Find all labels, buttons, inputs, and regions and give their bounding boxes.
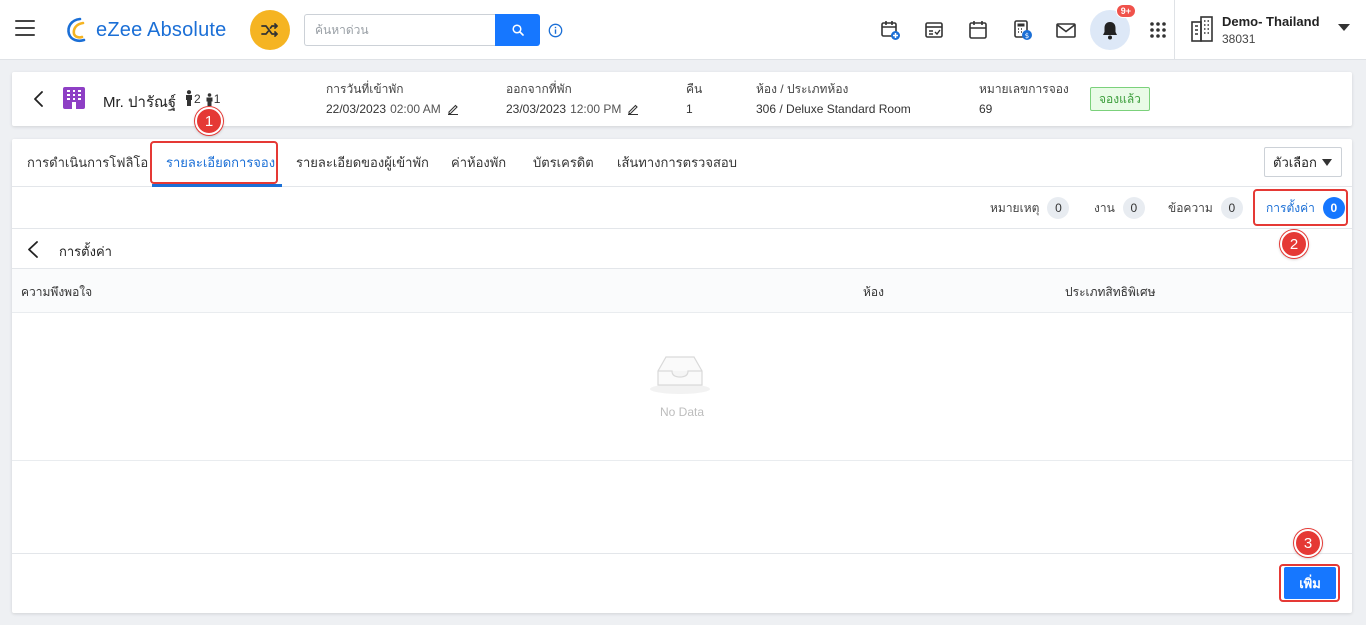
children-count: 1 <box>213 92 221 106</box>
subtab-label: งาน <box>1094 200 1115 215</box>
pax-count: 2 1 <box>184 90 224 106</box>
tab-audit-trail[interactable]: เส้นทางการตรวจสอบ <box>617 139 737 187</box>
footer-divider <box>12 553 1352 554</box>
search-button[interactable] <box>495 14 540 46</box>
add-button[interactable]: เพิ่ม <box>1284 567 1336 599</box>
search-icon <box>511 24 524 36</box>
menu-icon[interactable] <box>15 20 35 36</box>
shuffle-button[interactable] <box>250 10 290 50</box>
adult-icon <box>186 90 192 106</box>
cashier-button[interactable]: $ <box>1000 10 1044 50</box>
notification-badge: 9+ <box>1115 4 1136 18</box>
building-icon <box>1191 16 1213 42</box>
mail-icon <box>1056 23 1076 38</box>
departure-time: 12:00 PM <box>570 102 622 116</box>
info-icon[interactable] <box>548 23 563 38</box>
logo-swirl-icon <box>67 17 86 43</box>
tab-booking-details[interactable]: รายละเอียดการจอง <box>166 139 275 187</box>
reservation-number-field: หมายเลขการจอง 69 <box>979 80 1069 116</box>
tab-folio-operations[interactable]: การดำเนินการโฟลิโอ <box>27 139 148 187</box>
sub-tab-bar: หมายเหตุ 0 งาน 0 ข้อความ 0 การตั้งค่า 0 <box>12 187 1352 229</box>
top-actions: $ 9+ <box>868 4 1180 50</box>
messages-button[interactable] <box>1044 10 1088 50</box>
calendar-check-icon <box>925 22 943 38</box>
property-code: 38031 <box>1222 32 1256 46</box>
count-badge: 0 <box>1047 197 1070 219</box>
divider <box>1174 0 1175 60</box>
table-header: ความพึงพอใจ ห้อง ประเภทสิทธิพิเศษ <box>12 269 1352 313</box>
subtab-preferences[interactable]: การตั้งค่า 0 <box>1266 196 1345 220</box>
arrival-label: การวันที่เข้าพัก <box>326 82 404 96</box>
back-chevron-icon[interactable] <box>32 91 46 107</box>
subtab-label: หมายเหตุ <box>990 200 1040 215</box>
edit-pencil-icon[interactable] <box>627 103 639 115</box>
subtab-tasks[interactable]: งาน 0 <box>1094 196 1145 220</box>
bell-icon <box>1103 22 1117 40</box>
shuffle-icon <box>261 23 278 37</box>
count-badge: 0 <box>1220 197 1243 219</box>
search-input[interactable] <box>304 14 495 46</box>
departure-field: ออกจากที่พัก 23/03/2023 12:00 PM <box>506 80 639 116</box>
subtab-remarks[interactable]: หมายเหตุ 0 <box>990 196 1070 220</box>
adults-count: 2 <box>194 92 201 106</box>
calendar-button[interactable] <box>956 10 1000 50</box>
arrival-date: 22/03/2023 <box>326 102 387 116</box>
departure-label: ออกจากที่พัก <box>506 82 572 96</box>
calculator-dollar-icon: $ <box>1014 20 1032 40</box>
tab-room-charges[interactable]: ค่าห้องพัก <box>451 139 506 187</box>
tab-bar: การดำเนินการโฟลิโอ รายละเอียดการจอง รายล… <box>12 139 1352 187</box>
caret-down-icon <box>1338 24 1350 31</box>
hotel-icon <box>63 87 85 109</box>
arrival-field: การวันที่เข้าพัก 22/03/2023 02:00 AM <box>326 80 459 116</box>
tab-guest-details[interactable]: รายละเอียดของผู้เข้าพัก <box>296 139 429 187</box>
calendar-add-icon <box>881 21 900 40</box>
subtab-label: ข้อความ <box>1168 200 1213 215</box>
preferences-header: การตั้งค่า <box>12 229 1352 269</box>
caret-down-icon <box>1322 159 1332 166</box>
checkin-button[interactable] <box>912 10 956 50</box>
arrival-time: 02:00 AM <box>390 102 441 116</box>
reservation-number: 69 <box>979 102 993 116</box>
empty-inbox-icon <box>650 356 710 394</box>
empty-text: No Data <box>659 405 705 419</box>
reservation-number-label: หมายเลขการจอง <box>979 82 1069 96</box>
status-badge: จองแล้ว <box>1090 87 1150 111</box>
property-name: Demo- Thailand <box>1222 14 1320 29</box>
app-name: eZee Absolute <box>96 18 227 41</box>
new-reservation-button[interactable] <box>868 10 912 50</box>
edit-pencil-icon[interactable] <box>447 103 459 115</box>
count-badge: 0 <box>1122 197 1145 219</box>
svg-text:$: $ <box>1025 32 1029 40</box>
options-dropdown[interactable]: ตัวเลือก <box>1264 147 1342 177</box>
reservation-panel: การดำเนินการโฟลิโอ รายละเอียดการจอง รายล… <box>12 139 1352 613</box>
calendar-icon <box>969 21 987 39</box>
room-label: ห้อง / ประเภทห้อง <box>756 82 849 96</box>
room-value: 306 / Deluxe Standard Room <box>756 102 911 116</box>
room-field: ห้อง / ประเภทห้อง 306 / Deluxe Standard … <box>756 80 911 116</box>
booking-summary: Mr. ปารัณฐ์ 2 1 การวันที่เข้าพัก 22/03/2… <box>12 72 1352 126</box>
options-label: ตัวเลือก <box>1273 154 1317 170</box>
count-badge: 0 <box>1322 197 1345 219</box>
child-icon <box>206 93 213 106</box>
apps-grid-icon <box>1150 22 1166 38</box>
notifications-button[interactable]: 9+ <box>1090 4 1136 50</box>
column-privilege-type: ประเภทสิทธิพิเศษ <box>1065 285 1156 299</box>
subtab-messages[interactable]: ข้อความ 0 <box>1168 196 1243 220</box>
column-room: ห้อง <box>863 285 884 299</box>
tab-credit-card[interactable]: บัตรเครดิต <box>533 139 594 187</box>
top-bar: eZee Absolute ค้นหาด่วน $ 9+ Demo- Thail… <box>0 0 1366 60</box>
nights-field: คืน 1 <box>686 80 702 116</box>
back-chevron-icon[interactable] <box>27 241 39 258</box>
nights-label: คืน <box>686 82 703 96</box>
subtab-label: การตั้งค่า <box>1266 200 1315 215</box>
quick-search <box>304 14 540 46</box>
app-logo[interactable]: eZee Absolute <box>64 15 226 45</box>
empty-state: No Data <box>12 313 1352 461</box>
preferences-title: การตั้งค่า <box>59 244 112 259</box>
departure-date: 23/03/2023 <box>506 102 567 116</box>
guest-name[interactable]: Mr. ปารัณฐ์ <box>103 90 176 114</box>
column-preference: ความพึงพอใจ <box>21 285 93 299</box>
nights-value: 1 <box>686 102 693 116</box>
property-selector[interactable]: Demo- Thailand 38031 <box>1190 14 1360 48</box>
